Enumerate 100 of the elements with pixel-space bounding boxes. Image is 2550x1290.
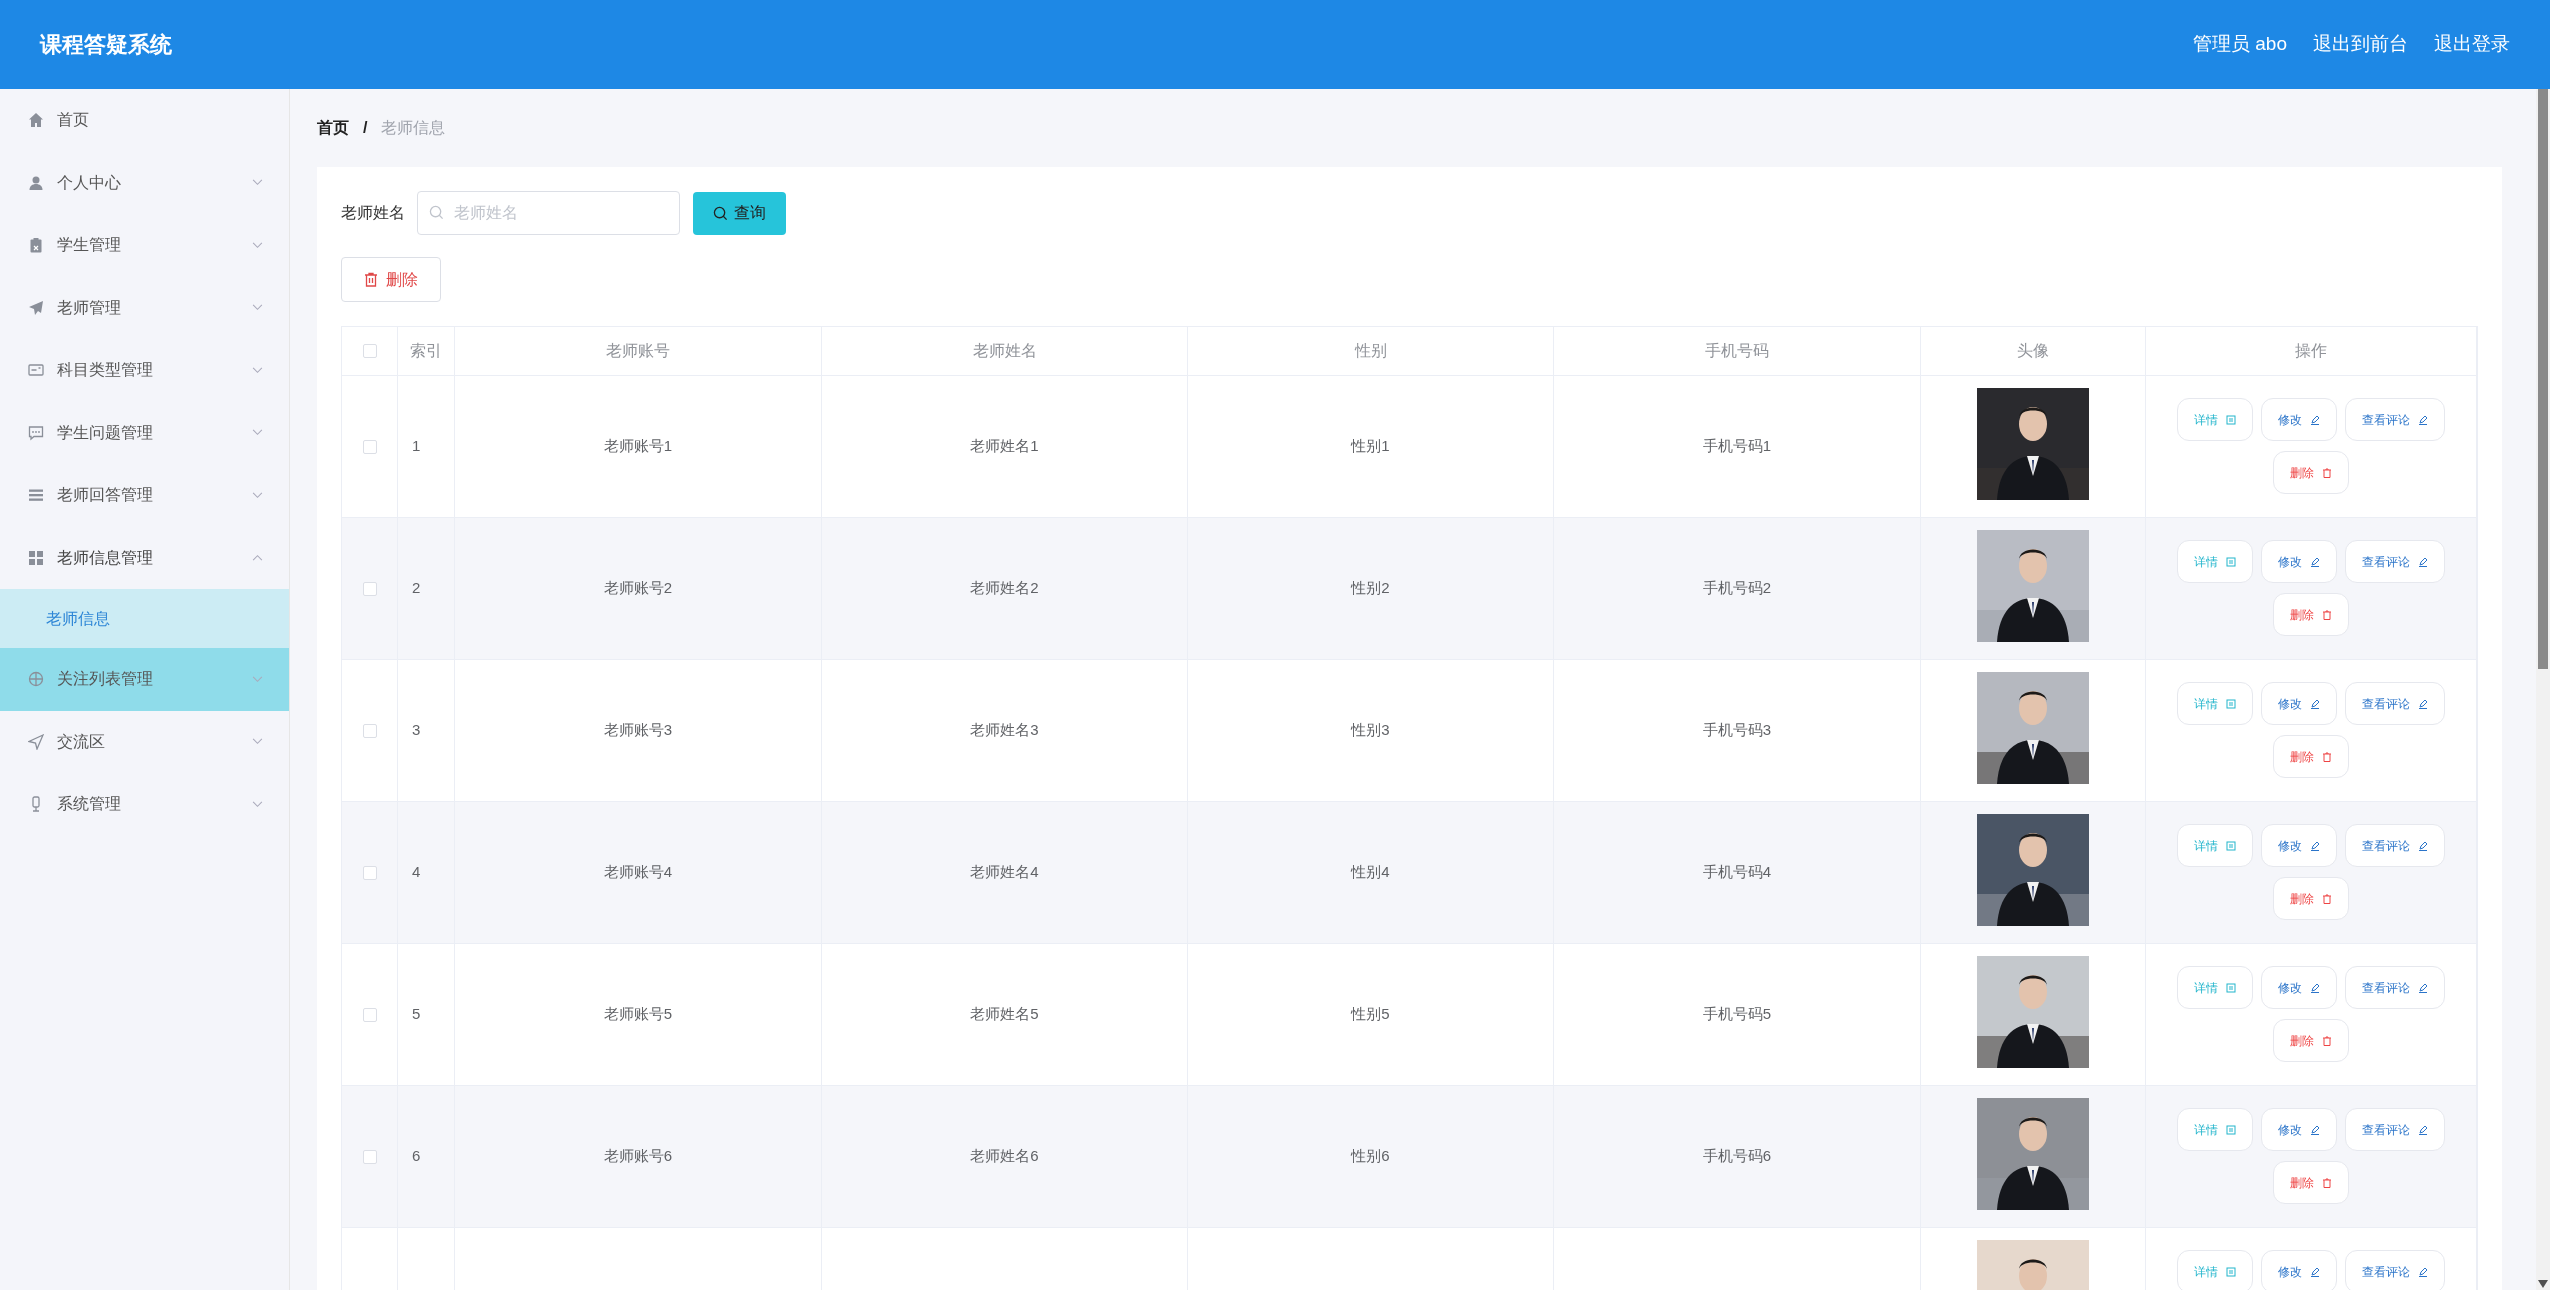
edit-button[interactable]: 修改	[2261, 682, 2337, 725]
row-index: 1	[412, 436, 421, 457]
table-cell-text: 老师账号1	[603, 436, 673, 457]
delete-button[interactable]: 删除	[2273, 1019, 2349, 1062]
pencil-icon	[2310, 840, 2320, 851]
edit-button[interactable]: 修改	[2261, 966, 2337, 1009]
checkbox[interactable]	[362, 1149, 377, 1164]
sidebar-item[interactable]: 老师管理	[0, 276, 289, 339]
trash-icon	[2322, 467, 2332, 478]
pencil-icon	[2310, 556, 2320, 567]
sidebar-item[interactable]: 系统管理	[0, 773, 289, 836]
checkbox[interactable]	[362, 865, 377, 880]
card-icon	[28, 362, 44, 379]
breadcrumb-link[interactable]: 首页	[317, 116, 349, 140]
column-header: 老师姓名	[972, 341, 1037, 361]
table-cell-text: 性别1	[1351, 436, 1390, 457]
header-link[interactable]: 退出到前台	[2313, 30, 2408, 59]
comments-button[interactable]: 查看评论	[2345, 1250, 2445, 1290]
comments-button[interactable]: 查看评论	[2345, 540, 2445, 583]
scrollbar-thumb[interactable]	[2538, 89, 2548, 669]
table-cell-text: 老师账号4	[603, 862, 673, 883]
breadcrumb-current: 老师信息	[381, 118, 446, 138]
table-cell-text: 手机号码5	[1702, 1004, 1772, 1025]
row-index: 2	[412, 578, 421, 599]
search-field[interactable]: 老师姓名	[417, 191, 680, 235]
pencil-icon	[2310, 1266, 2320, 1277]
table-cell-text: 老师姓名2	[970, 578, 1039, 599]
comments-button[interactable]: 查看评论	[2345, 966, 2445, 1009]
sidebar-subitem[interactable]: 老师信息	[0, 589, 289, 648]
search-label: 老师姓名	[341, 203, 405, 223]
grid-icon	[28, 549, 44, 566]
pencil-icon	[2310, 414, 2320, 425]
sidebar-item[interactable]: 关注列表管理	[0, 648, 289, 711]
scroll-down-icon[interactable]	[2538, 1280, 2548, 1288]
user-menu[interactable]: 管理员 abo	[2193, 30, 2287, 59]
sidebar-item[interactable]: 老师信息管理	[0, 526, 289, 589]
edit-button[interactable]: 修改	[2261, 824, 2337, 867]
sidebar-item[interactable]: 交流区	[0, 710, 289, 773]
row-index: 6	[412, 1146, 421, 1167]
edit-button[interactable]: 修改	[2261, 1108, 2337, 1151]
row-index: 4	[412, 862, 421, 883]
edit-button[interactable]: 修改	[2261, 398, 2337, 441]
pencil-icon	[2418, 982, 2428, 993]
trash-icon	[2322, 1177, 2332, 1188]
breadcrumb-separator: /	[363, 118, 368, 138]
comments-button[interactable]: 查看评论	[2345, 682, 2445, 725]
chat-icon	[28, 424, 44, 441]
table-cell-text: 性别6	[1351, 1146, 1390, 1167]
sidebar-item[interactable]: 科目类型管理	[0, 339, 289, 402]
pencil-icon	[2418, 698, 2428, 709]
checkbox[interactable]	[362, 581, 377, 596]
checkbox[interactable]	[362, 1007, 377, 1022]
pencil-icon	[2418, 1266, 2428, 1277]
document-icon	[2226, 840, 2236, 851]
table-cell-text: 手机号码1	[1702, 436, 1772, 457]
table-cell-text: 老师账号5	[603, 1004, 673, 1025]
sidebar-item[interactable]: 学生问题管理	[0, 401, 289, 464]
pencil-icon	[2310, 698, 2320, 709]
delete-button[interactable]: 删除	[2273, 451, 2349, 494]
row-index: 3	[412, 720, 421, 741]
edit-button[interactable]: 修改	[2261, 1250, 2337, 1290]
delete-button[interactable]: 删除	[2273, 735, 2349, 778]
table-cell-text: 老师账号3	[603, 720, 673, 741]
sidebar-item[interactable]: 老师回答管理	[0, 464, 289, 527]
table-cell-text: 性别2	[1351, 578, 1390, 599]
pencil-icon	[2418, 840, 2428, 851]
checkbox[interactable]	[362, 723, 377, 738]
search-button[interactable]: 查询	[693, 191, 786, 235]
table-cell-text: 性别5	[1351, 1004, 1390, 1025]
delete-button[interactable]: 删除	[2273, 877, 2349, 920]
document-icon	[2226, 414, 2236, 425]
header-link[interactable]: 退出登录	[2434, 30, 2510, 59]
pencil-icon	[2418, 414, 2428, 425]
pencil-icon	[2310, 1124, 2320, 1135]
edit-button[interactable]: 修改	[2261, 540, 2337, 583]
delete-button[interactable]: 删除	[2273, 593, 2349, 636]
sidebar-item[interactable]: 首页	[0, 89, 289, 152]
sidebar-item[interactable]: 个人中心	[0, 151, 289, 214]
trash-icon	[364, 272, 378, 287]
comments-button[interactable]: 查看评论	[2345, 398, 2445, 441]
table-cell-text: 手机号码4	[1702, 862, 1772, 883]
pencil-icon	[2418, 556, 2428, 567]
column-header: 老师账号	[606, 341, 670, 361]
delete-button[interactable]: 删除	[341, 257, 441, 302]
sidebar-item[interactable]: 学生管理	[0, 214, 289, 277]
delete-button[interactable]: 删除	[2273, 1161, 2349, 1204]
user-icon	[28, 174, 44, 191]
document-icon	[2226, 1124, 2236, 1135]
comments-button[interactable]: 查看评论	[2345, 1108, 2445, 1151]
comments-button[interactable]: 查看评论	[2345, 824, 2445, 867]
checkbox[interactable]	[362, 439, 377, 454]
clipboard-icon	[28, 237, 44, 254]
trash-icon	[2322, 609, 2332, 620]
table-cell-text: 手机号码2	[1702, 578, 1772, 599]
list-icon	[28, 487, 44, 504]
search-icon	[713, 205, 728, 221]
checkbox[interactable]	[362, 344, 377, 358]
column-header: 操作	[2295, 341, 2327, 361]
table-cell-text: 老师账号2	[603, 578, 673, 599]
table-cell-text: 老师姓名4	[970, 862, 1039, 883]
